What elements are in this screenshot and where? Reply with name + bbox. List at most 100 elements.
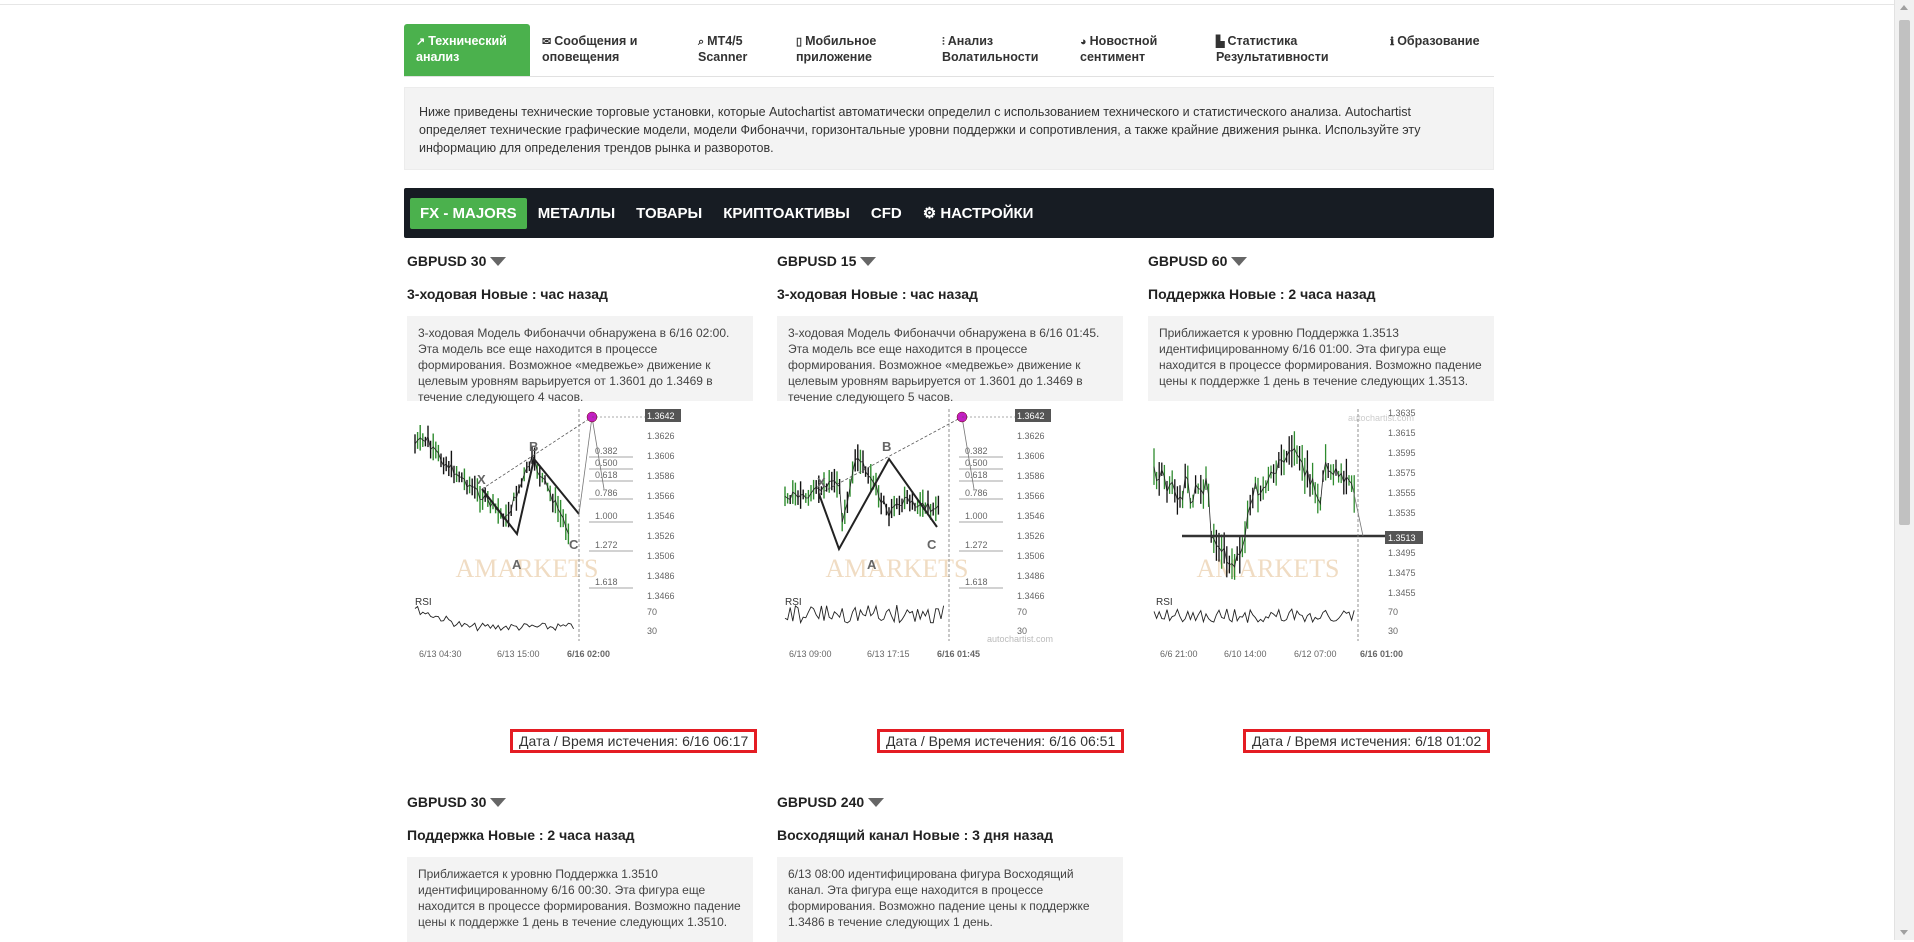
- category-commodities[interactable]: ТОВАРЫ: [626, 198, 712, 229]
- fib-label: 1.000: [965, 511, 988, 521]
- fib-label: 0.618: [965, 470, 988, 480]
- tab-label: Образование: [1397, 34, 1480, 48]
- setup-card: GBPUSD 30 Поддержка Новые : 2 часа назад…: [407, 792, 753, 942]
- tab-technical-analysis[interactable]: ↗ Технический анализ: [404, 24, 530, 76]
- envelope-icon: ✉: [542, 36, 552, 48]
- category-metals[interactable]: МЕТАЛЛЫ: [528, 198, 625, 229]
- tab-label: Технический анализ: [416, 34, 507, 64]
- tab-performance-stats[interactable]: ▙ Статистика Результативности: [1204, 24, 1378, 76]
- caret-down-icon[interactable]: [490, 257, 507, 266]
- pattern-chart[interactable]: AMARKETS 1.3642 1.3626 1.3606 1.3586 1.3566 1.…: [407, 409, 753, 699]
- time-axis-label: 6/13 04:30: [419, 649, 462, 659]
- symbol-header[interactable]: GBPUSD 30: [407, 792, 753, 812]
- setup-card: GBPUSD 60 Поддержка Новые : 2 часа назад…: [1148, 251, 1494, 699]
- expiry-time: Дата / Время истечения: 6/16 06:17: [510, 729, 758, 753]
- pattern-description: 3-ходовая Модель Фибоначчи обнаружена в …: [777, 316, 1123, 404]
- price-label: 1.3513: [1388, 533, 1416, 543]
- rsi-level-label: 30: [1388, 626, 1398, 636]
- tab-mobile-app[interactable]: ▯ Мобильное приложение: [784, 24, 930, 76]
- scroll-up-icon[interactable]: [1900, 5, 1908, 10]
- pattern-title: 3-ходовая Новые : час назад: [407, 286, 608, 302]
- caret-down-icon[interactable]: [490, 798, 507, 807]
- tab-label: Сообщения и оповещения: [542, 34, 638, 64]
- price-label: 1.3642: [1017, 411, 1045, 421]
- setup-card: GBPUSD 15 3-ходовая Новые : час назад 3-…: [777, 251, 1123, 699]
- intro-text: Ниже приведены технические торговые уста…: [404, 87, 1494, 170]
- rsi-line: [414, 605, 574, 632]
- page-scrollbar[interactable]: [1894, 0, 1914, 940]
- pattern-description: Приближается к уровню Поддержка 1.3513 и…: [1148, 316, 1494, 401]
- bar-chart-icon: ▙: [1216, 36, 1225, 48]
- category-bar: FX - MAJORS МЕТАЛЛЫ ТОВАРЫ КРИПТОАКТИВЫ …: [404, 188, 1494, 238]
- projection-line: [818, 416, 963, 495]
- pattern-description: 6/13 08:00 идентифицирована фигура Восхо…: [777, 857, 1123, 942]
- pattern-point-label: A: [512, 557, 522, 572]
- caret-down-icon[interactable]: [860, 257, 877, 266]
- pattern-chart[interactable]: AMARKETS 1.3642 1.3626 1.3606 1.3586 1.3566 1.…: [777, 409, 1123, 699]
- browser-top-edge: [0, 0, 1895, 5]
- main-container: ↗ Технический анализ ✉ Сообщения и оповеще…: [404, 24, 1494, 238]
- symbol-label: GBPUSD 30: [407, 794, 487, 810]
- category-cfd[interactable]: CFD: [861, 198, 912, 229]
- gauge-icon: ◕: [1080, 36, 1087, 48]
- symbol-header[interactable]: GBPUSD 60: [1148, 251, 1494, 271]
- symbol-label: GBPUSD 240: [777, 794, 865, 810]
- credit-text: autochartist.com: [1348, 413, 1414, 423]
- caret-down-icon[interactable]: [868, 798, 885, 807]
- time-axis-label: 6/13 15:00: [497, 649, 540, 659]
- category-crypto[interactable]: КРИПТОАКТИВЫ: [713, 198, 860, 229]
- chart-svg: AMARKETS 1.3642 1.3626 1.3606 1.3586 1.3566 1.…: [414, 409, 681, 659]
- scroll-down-icon[interactable]: [1900, 930, 1908, 935]
- rsi-level-label: 30: [647, 626, 657, 636]
- symbol-label: GBPUSD 15: [777, 253, 857, 269]
- pattern-title: 3-ходовая Новые : час назад: [777, 286, 978, 302]
- pattern-description: 3-ходовая Модель Фибоначчи обнаружена в …: [407, 316, 753, 404]
- rsi-label: RSI: [1156, 597, 1173, 608]
- fib-label: 1.618: [965, 577, 988, 587]
- symbol-header[interactable]: GBPUSD 30: [407, 251, 753, 271]
- price-label: 1.3546: [647, 511, 675, 521]
- caret-down-icon[interactable]: [1231, 257, 1248, 266]
- price-label: 1.3595: [1388, 448, 1416, 458]
- tab-mt-scanner[interactable]: ⌕ MT4/5 Scanner: [686, 24, 784, 76]
- fib-label: 0.786: [595, 488, 618, 498]
- price-label: 1.3486: [647, 571, 675, 581]
- settings-label: НАСТРОЙКИ: [940, 205, 1034, 222]
- symbol-header[interactable]: GBPUSD 15: [777, 251, 1123, 271]
- tab-education[interactable]: ℹ Образование: [1378, 24, 1494, 76]
- price-label: 1.3642: [647, 411, 675, 421]
- time-axis-label: 6/16 01:45: [937, 649, 980, 659]
- expiry-time: Дата / Время истечения: 6/18 01:02: [1243, 729, 1491, 753]
- setup-card: GBPUSD 240 Восходящий канал Новые : 3 дн…: [777, 792, 1123, 942]
- pattern-chart[interactable]: AMARKETS 1.3635 1.3615 1.3595 1.3575 1.3555 1.…: [1148, 409, 1494, 699]
- price-label: 1.3506: [647, 551, 675, 561]
- symbol-label: GBPUSD 30: [407, 253, 487, 269]
- pattern-title: Поддержка Новые : 2 часа назад: [1148, 286, 1376, 302]
- chart-svg: AMARKETS1.36351.36151.35951.35751.35551.…: [1153, 409, 1423, 659]
- tab-news-sentiment[interactable]: ◕ Новостной сентимент: [1068, 24, 1204, 76]
- price-label: 1.3546: [1017, 511, 1045, 521]
- pattern-point-label: X: [477, 472, 486, 487]
- tab-messages-alerts[interactable]: ✉ Сообщения и оповещения: [530, 24, 686, 76]
- expiry-time: Дата / Время истечения: 6/16 06:51: [877, 729, 1125, 753]
- tab-volatility[interactable]: ⫶ Анализ Волатильности: [930, 24, 1068, 76]
- tools-nav: ↗ Технический анализ ✉ Сообщения и оповеще…: [404, 24, 1494, 77]
- watermark-text: AMARKETS: [455, 554, 598, 583]
- fib-label: 1.272: [595, 540, 618, 550]
- category-fx-majors[interactable]: FX - MAJORS: [410, 197, 527, 229]
- credit-text: autochartist.com: [987, 634, 1053, 644]
- fib-label: 0.500: [595, 458, 618, 468]
- chart-line-icon: ↗: [416, 36, 426, 48]
- price-label: 1.3566: [1017, 491, 1045, 501]
- pattern-point-label: C: [927, 537, 937, 552]
- category-settings[interactable]: ⚙ НАСТРОЙКИ: [913, 197, 1044, 229]
- pattern-point-label: A: [867, 557, 877, 572]
- scrollbar-thumb[interactable]: [1899, 20, 1910, 525]
- time-axis-label: 6/13 17:15: [867, 649, 910, 659]
- tab-label: MT4/5 Scanner: [698, 34, 748, 64]
- rsi-label: RSI: [785, 597, 802, 608]
- rsi-line: [784, 604, 945, 625]
- price-label: 1.3606: [647, 451, 675, 461]
- symbol-header[interactable]: GBPUSD 240: [777, 792, 1123, 812]
- mobile-icon: ▯: [796, 36, 803, 48]
